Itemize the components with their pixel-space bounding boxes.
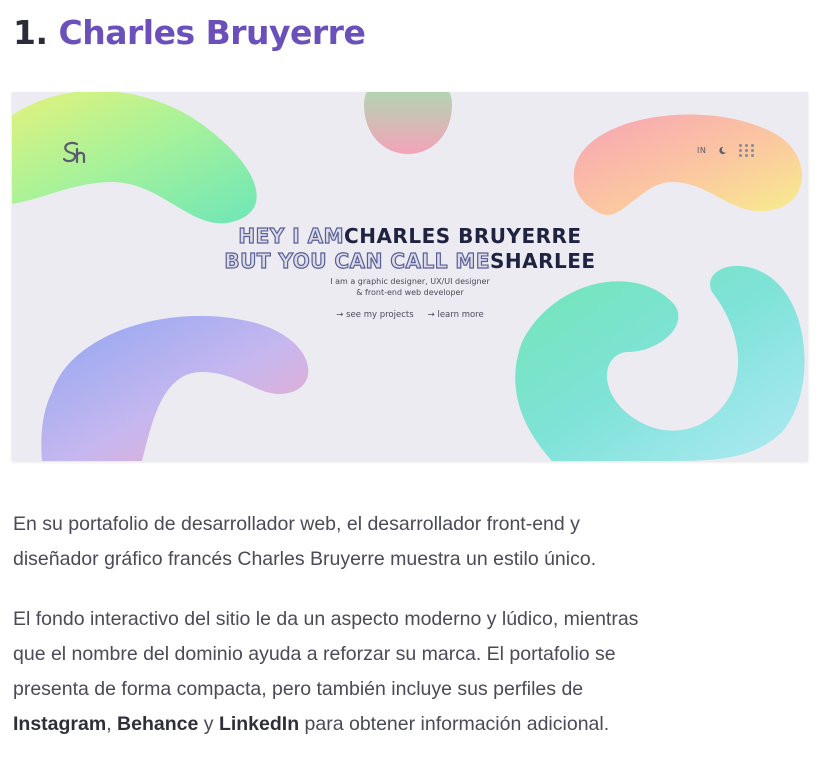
linkedin-link[interactable]: LinkedIn bbox=[219, 713, 299, 735]
grid-dots-icon[interactable] bbox=[739, 144, 755, 157]
paragraph-details-line-3: presenta de forma compacta, pero también… bbox=[13, 678, 584, 700]
heading-name: Charles Bruyerre bbox=[58, 13, 366, 52]
page-heading: 1. Charles Bruyerre bbox=[13, 10, 366, 56]
paragraph-intro-line-1: En su portafolio de desarrollador web, e… bbox=[13, 513, 580, 535]
instagram-link[interactable]: Instagram bbox=[13, 713, 106, 735]
separator-comma: , bbox=[106, 713, 118, 735]
paragraph-intro-line-2: diseñador gráfico francés Charles Bruyer… bbox=[13, 548, 597, 570]
hero-subtitle-line-1: I am a graphic designer, UX/UI designer bbox=[330, 277, 490, 286]
paragraph-details-line-2: que el nombre del dominio ayuda a reforz… bbox=[13, 643, 616, 665]
paragraph-intro: En su portafolio de desarrollador web, e… bbox=[13, 507, 803, 577]
nav-in-link[interactable]: IN bbox=[697, 146, 706, 155]
paragraph-details-line-1: El fondo interactivo del sitio le da un … bbox=[13, 608, 639, 630]
hero-line-2-solid: SHARLEE bbox=[490, 249, 596, 273]
logo-icon[interactable] bbox=[60, 140, 88, 166]
hero-line-1-outline: HEY I AM bbox=[238, 223, 345, 248]
hero-line-2-outline: BUT YOU CAN CALL ME bbox=[224, 248, 490, 273]
behance-link[interactable]: Behance bbox=[117, 713, 198, 735]
paragraph-details-tail: para obtener información adicional. bbox=[299, 713, 610, 735]
top-nav: IN bbox=[697, 144, 755, 157]
see-projects-link[interactable]: → see my projects bbox=[336, 310, 413, 320]
separator-and: y bbox=[198, 713, 219, 735]
portfolio-screenshot: IN HEY I AMCHARLES BRUYERRE BUT YOU CAN … bbox=[12, 92, 808, 461]
hero-line-2: BUT YOU CAN CALL MESHARLEE bbox=[12, 248, 808, 274]
paragraph-details: El fondo interactivo del sitio le da un … bbox=[13, 602, 803, 742]
hero-subtitle: I am a graphic designer, UX/UI designer … bbox=[12, 276, 808, 298]
learn-more-link[interactable]: → learn more bbox=[428, 310, 484, 320]
hero-line-1: HEY I AMCHARLES BRUYERRE bbox=[12, 223, 808, 249]
hero-line-1-solid: CHARLES BRUYERRE bbox=[344, 224, 582, 248]
heading-number: 1. bbox=[13, 13, 48, 52]
moon-icon[interactable] bbox=[718, 146, 727, 155]
hero-links: → see my projects → learn more bbox=[12, 310, 808, 320]
hero: HEY I AMCHARLES BRUYERRE BUT YOU CAN CAL… bbox=[12, 223, 808, 320]
hero-subtitle-line-2: & front-end web developer bbox=[356, 288, 464, 297]
